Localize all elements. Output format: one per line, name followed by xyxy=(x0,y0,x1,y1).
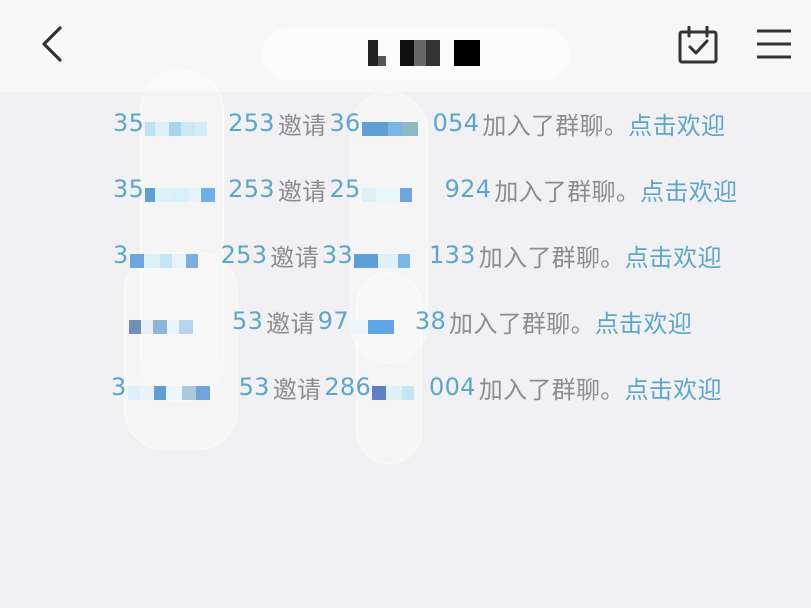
redacted-block xyxy=(129,312,231,334)
chevron-left-icon xyxy=(38,24,66,68)
redaction-smudge xyxy=(124,252,238,450)
redacted-block xyxy=(127,378,238,400)
joined-text: 加入了群聊。 xyxy=(494,177,641,206)
joined-text: 加入了群聊。 xyxy=(482,111,629,140)
redacted-block xyxy=(372,378,428,400)
redacted-block xyxy=(361,180,444,202)
chat-title xyxy=(262,28,570,80)
back-button[interactable] xyxy=(30,22,74,70)
welcome-link[interactable]: 点击欢迎 xyxy=(595,304,692,339)
menu-icon xyxy=(755,28,793,64)
invite-verb: 邀请 xyxy=(266,309,315,338)
redaction-smudge xyxy=(356,272,422,464)
invitee-name-start[interactable]: 97 xyxy=(318,307,349,335)
system-message: 3 253 邀请 33 133 加入了群聊。 点击欢迎 xyxy=(113,238,722,272)
invitee-name-end[interactable]: 133 xyxy=(429,241,476,269)
welcome-link[interactable]: 点击欢迎 xyxy=(628,106,725,141)
system-message: 53 邀请 97 38 加入了群聊。 点击欢迎 xyxy=(128,304,692,338)
joined-text: 加入了群聊。 xyxy=(478,243,625,272)
invite-verb: 邀请 xyxy=(277,177,327,206)
top-bar xyxy=(0,0,811,92)
invitee-name-end[interactable]: 054 xyxy=(433,109,480,137)
invitee-name-start[interactable]: 36 xyxy=(329,109,360,137)
invitee-name-end[interactable]: 38 xyxy=(415,307,446,335)
invite-verb: 邀请 xyxy=(272,375,322,404)
invitee-name-start[interactable]: 33 xyxy=(322,241,353,269)
welcome-link[interactable]: 点击欢迎 xyxy=(625,370,722,405)
invitee-name-end[interactable]: 924 xyxy=(445,175,492,203)
calendar-button[interactable] xyxy=(676,25,720,68)
system-message: 35 253 邀请 36 054 加入了群聊。 点击欢迎 xyxy=(113,106,725,140)
inviter-name-start[interactable]: 35 xyxy=(113,109,144,137)
welcome-link[interactable]: 点击欢迎 xyxy=(640,172,737,207)
system-message: 35 253 邀请 25 924 加入了群聊。 点击欢迎 xyxy=(113,172,737,206)
redacted-block xyxy=(129,246,220,268)
redacted-block xyxy=(361,114,432,136)
invitee-name-start[interactable]: 286 xyxy=(324,373,371,401)
inviter-name-end[interactable]: 253 xyxy=(228,109,275,137)
invite-verb: 邀请 xyxy=(277,111,327,140)
system-message: 3 53 邀请 286 004 加入了群聊。 点击欢迎 xyxy=(111,370,722,404)
redacted-block xyxy=(145,180,227,202)
inviter-name-end[interactable]: 53 xyxy=(232,307,263,335)
more-menu-button[interactable] xyxy=(752,26,796,66)
message-list: 35 253 邀请 36 054 加入了群聊。 点击欢迎 35 253 邀请 2… xyxy=(0,70,811,608)
redacted-block xyxy=(145,114,227,136)
inviter-name-start[interactable]: 35 xyxy=(113,175,144,203)
welcome-link[interactable]: 点击欢迎 xyxy=(625,238,722,273)
inviter-name-start[interactable]: 3 xyxy=(111,373,127,401)
inviter-name-start[interactable]: 3 xyxy=(113,241,129,269)
inviter-name-end[interactable]: 253 xyxy=(228,175,275,203)
invitee-name-end[interactable]: 004 xyxy=(429,373,476,401)
inviter-name-end[interactable]: 253 xyxy=(221,241,268,269)
redacted-block xyxy=(354,246,428,268)
inviter-name-end[interactable]: 53 xyxy=(239,373,270,401)
redacted-block xyxy=(349,312,414,334)
calendar-check-icon xyxy=(678,25,718,68)
invite-verb: 邀请 xyxy=(270,243,319,272)
chat-screen: 35 253 邀请 36 054 加入了群聊。 点击欢迎 35 253 邀请 2… xyxy=(0,0,811,608)
joined-text: 加入了群聊。 xyxy=(478,375,625,404)
invitee-name-start[interactable]: 25 xyxy=(329,175,360,203)
joined-text: 加入了群聊。 xyxy=(449,309,595,338)
redacted-title-mosaic xyxy=(368,40,480,66)
